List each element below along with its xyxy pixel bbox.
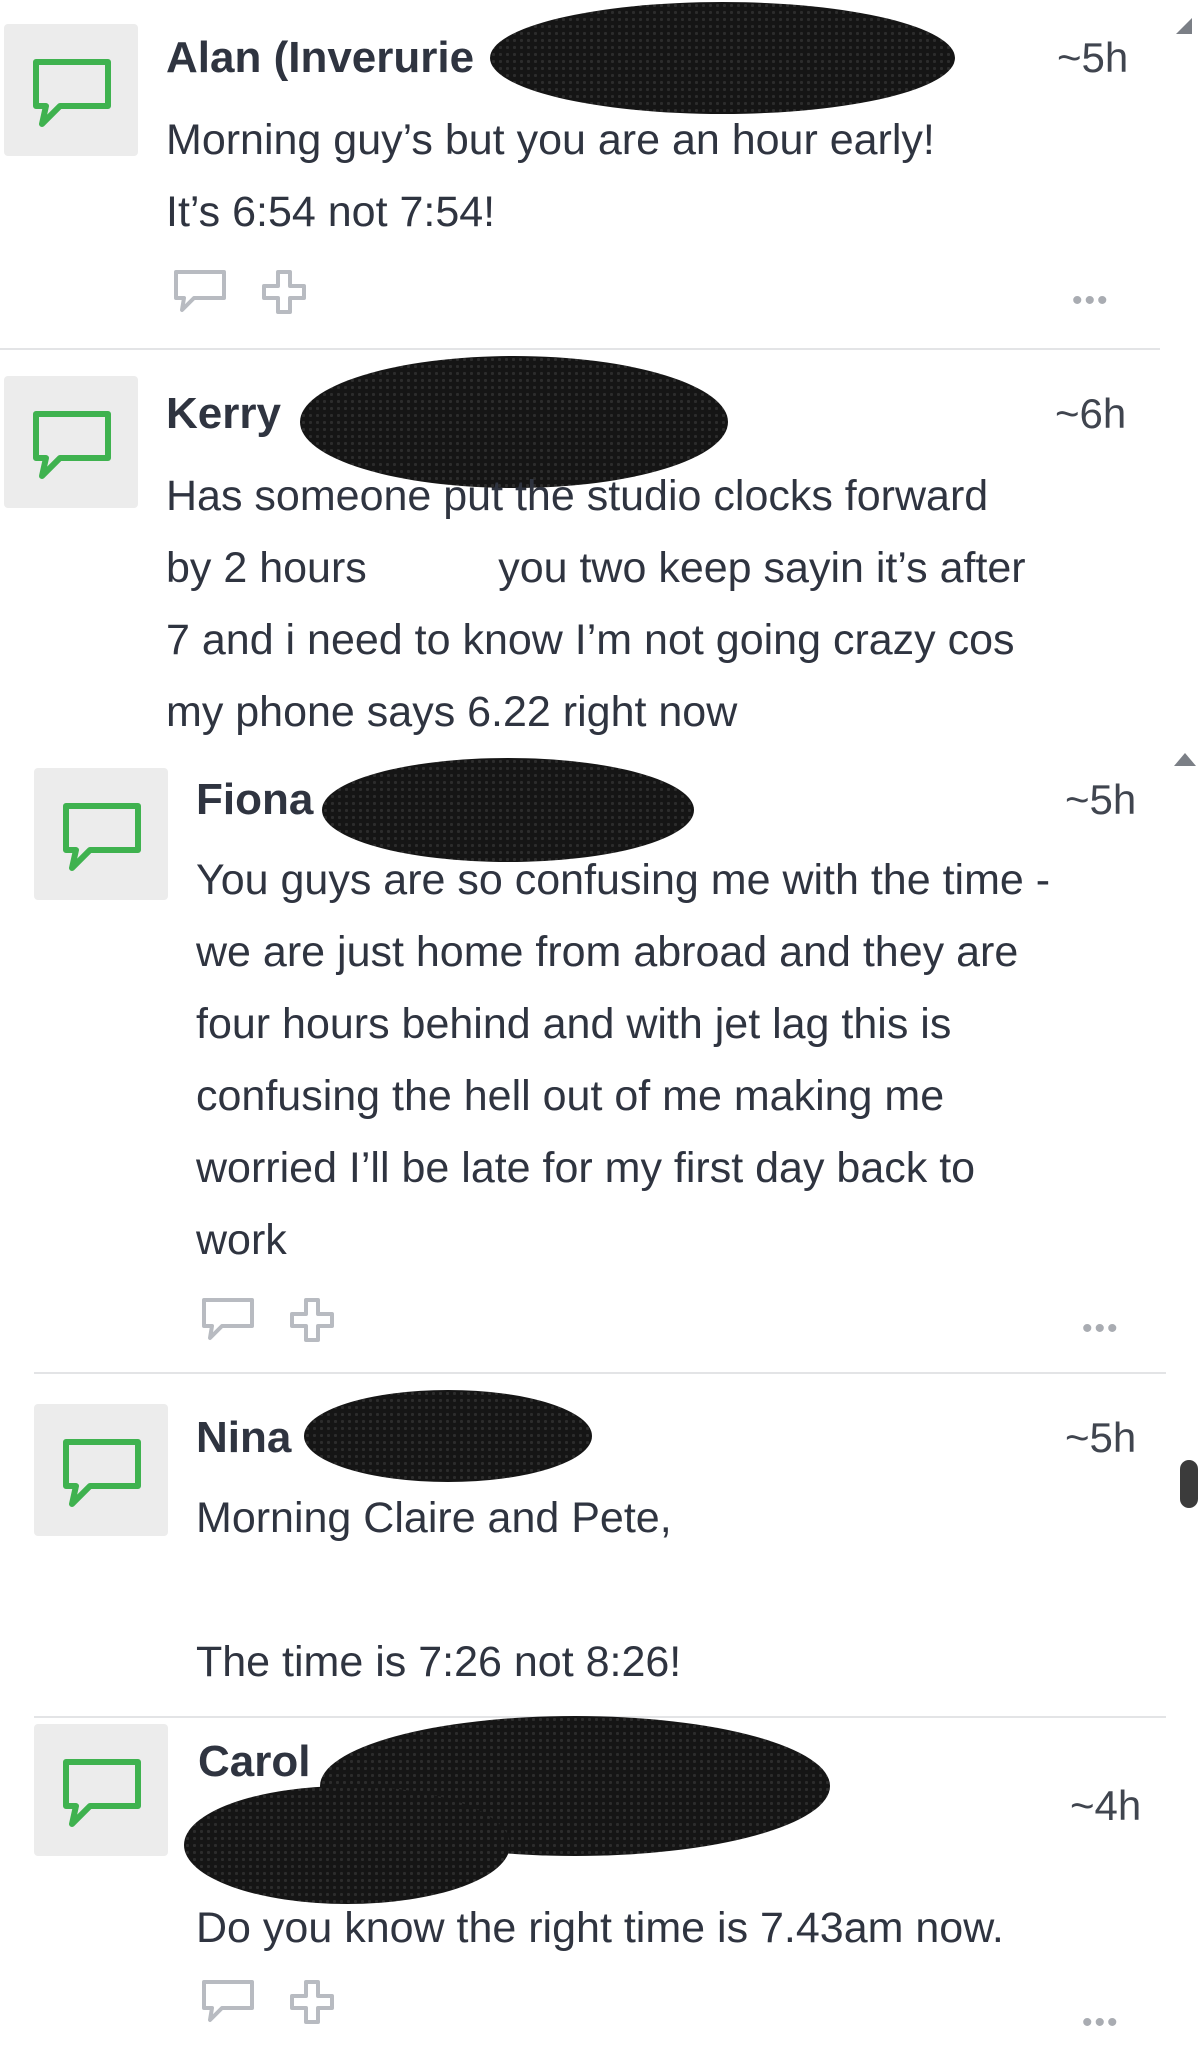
plus-icon[interactable] bbox=[260, 268, 308, 316]
plus-icon[interactable] bbox=[288, 1296, 336, 1344]
reply-icon[interactable] bbox=[200, 1296, 258, 1342]
redacted-area bbox=[304, 1390, 592, 1482]
redacted-area bbox=[184, 1786, 510, 1904]
triangle-up-icon[interactable] bbox=[1172, 750, 1198, 768]
speech-bubble-icon bbox=[33, 411, 111, 479]
message-item: Alan (Inverurie ~5h Morning guy’s but yo… bbox=[0, 0, 1202, 350]
author-name[interactable]: Alan (Inverurie bbox=[166, 32, 474, 84]
message-time: ~4h bbox=[1070, 1782, 1142, 1829]
speech-bubble-icon bbox=[33, 59, 111, 127]
divider bbox=[34, 1372, 1166, 1374]
message-time: ~6h bbox=[1055, 390, 1127, 437]
speech-bubble-icon bbox=[63, 1439, 141, 1507]
reply-icon[interactable] bbox=[200, 1978, 258, 2024]
author-name[interactable]: Carol bbox=[198, 1736, 310, 1788]
reply-icon[interactable] bbox=[172, 268, 230, 314]
more-options-button[interactable]: ••• bbox=[1082, 1314, 1120, 1344]
message-actions bbox=[200, 1978, 350, 2026]
message-text: Morning guy’s but you are an hour early!… bbox=[166, 116, 935, 236]
plus-icon[interactable] bbox=[288, 1978, 336, 2026]
scroll-up-icon[interactable] bbox=[1172, 14, 1196, 38]
author-name[interactable]: Fiona bbox=[196, 774, 313, 826]
speech-bubble-icon bbox=[63, 1759, 141, 1827]
message-time: ~5h bbox=[1065, 776, 1137, 823]
more-options-button[interactable]: ••• bbox=[1072, 286, 1110, 316]
more-options-button[interactable]: ••• bbox=[1082, 2008, 1120, 2038]
message-actions bbox=[172, 268, 322, 316]
redacted-area bbox=[490, 2, 955, 114]
message-item: Kerry ~6h Has someone put the studio clo… bbox=[0, 352, 1202, 752]
scrollbar-thumb[interactable] bbox=[1180, 1460, 1198, 1508]
message-item: Fiona ~5h You guys are so confusing me w… bbox=[0, 758, 1202, 1378]
avatar[interactable] bbox=[4, 24, 138, 156]
avatar[interactable] bbox=[34, 768, 168, 900]
message-item: Carol ~4h Do you know the right time is … bbox=[0, 1716, 1202, 2048]
message-text: You guys are so confusing me with the ti… bbox=[196, 856, 1051, 1264]
author-name[interactable]: Nina bbox=[196, 1412, 291, 1464]
avatar[interactable] bbox=[4, 376, 138, 508]
avatar[interactable] bbox=[34, 1724, 168, 1856]
message-text: Do you know the right time is 7.43am now… bbox=[196, 1904, 1004, 1952]
message-text: Morning Claire and Pete, The time is 7:2… bbox=[196, 1494, 682, 1686]
message-time: ~5h bbox=[1057, 34, 1129, 81]
author-name[interactable]: Kerry bbox=[166, 388, 281, 440]
divider bbox=[0, 348, 1160, 350]
avatar[interactable] bbox=[34, 1404, 168, 1536]
message-text: Has someone put the studio clocks forwar… bbox=[166, 472, 1026, 736]
message-item: Nina ~5h Morning Claire and Pete, The ti… bbox=[0, 1388, 1202, 1718]
message-actions bbox=[200, 1296, 350, 1344]
message-time: ~5h bbox=[1065, 1414, 1137, 1461]
speech-bubble-icon bbox=[63, 803, 141, 871]
